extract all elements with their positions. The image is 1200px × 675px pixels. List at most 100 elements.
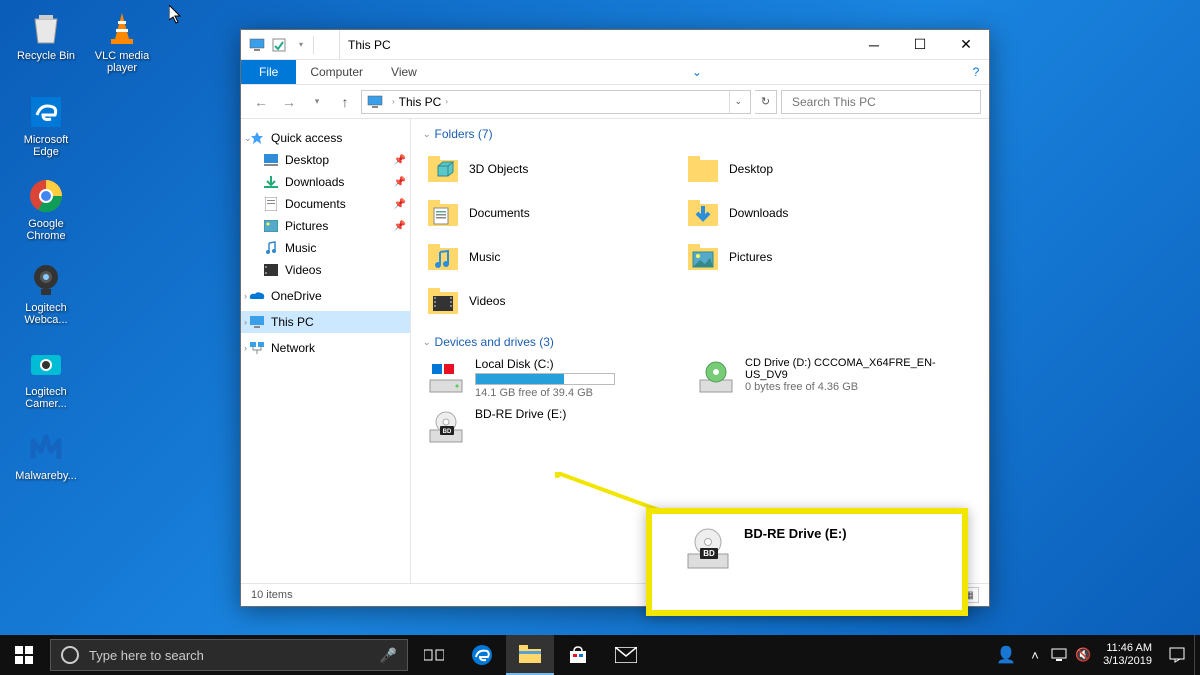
search-box[interactable] bbox=[781, 90, 981, 114]
refresh-button[interactable]: ↻ bbox=[755, 90, 777, 114]
drive-name: BD-RE Drive (E:) bbox=[475, 407, 691, 421]
desktop-icon-webcam[interactable]: Logitech Webca... bbox=[8, 260, 84, 330]
sidebar-item-music[interactable]: Music bbox=[241, 237, 410, 259]
mic-icon[interactable]: 🎤 bbox=[380, 647, 397, 664]
folder-label: Downloads bbox=[729, 206, 788, 220]
window-title: This PC bbox=[348, 38, 851, 52]
folders-section-header[interactable]: ⌄ Folders (7) bbox=[423, 127, 977, 141]
drive-name: Local Disk (C:) bbox=[475, 357, 691, 371]
folder-icon bbox=[425, 151, 461, 187]
desktop-icon-malwarebytes[interactable]: Malwareby... bbox=[8, 428, 84, 498]
drive-cd-d[interactable]: CD Drive (D:) CCCOMA_X64FRE_EN-US_DV9 0 … bbox=[693, 355, 963, 405]
folder-item[interactable]: Downloads bbox=[683, 191, 943, 235]
section-label: Folders (7) bbox=[435, 127, 493, 141]
desktop-icon-edge[interactable]: Microsoft Edge bbox=[8, 92, 84, 162]
folder-item[interactable]: Desktop bbox=[683, 147, 943, 191]
help-icon[interactable]: ? bbox=[963, 60, 989, 84]
addrbar-dropdown-icon[interactable]: ⌄ bbox=[729, 91, 746, 113]
sidebar-label: Desktop bbox=[285, 153, 329, 167]
folder-item[interactable]: Pictures bbox=[683, 235, 943, 279]
tab-file[interactable]: File bbox=[241, 60, 296, 84]
webcam-icon bbox=[26, 260, 66, 300]
folder-label: Pictures bbox=[729, 250, 772, 264]
drive-local-disk-c[interactable]: Local Disk (C:) 14.1 GB free of 39.4 GB bbox=[423, 355, 693, 405]
desktop-icon-lgcamera[interactable]: Logitech Camer... bbox=[8, 344, 84, 414]
thispc-icon[interactable] bbox=[247, 35, 267, 55]
nav-up-button[interactable]: ↑ bbox=[333, 90, 357, 114]
taskbar: Type here to search 🎤 👤 ˄ 🔇 11:46 AM3/13… bbox=[0, 635, 1200, 675]
taskbar-clock[interactable]: 11:46 AM3/13/2019 bbox=[1095, 642, 1160, 668]
folder-item[interactable]: 3D Objects bbox=[423, 147, 683, 191]
breadcrumb-item[interactable]: This PC bbox=[399, 95, 442, 109]
folder-icon bbox=[425, 195, 461, 231]
start-button[interactable] bbox=[0, 635, 48, 675]
sidebar-item-documents[interactable]: Documents📌 bbox=[241, 193, 410, 215]
drive-bd-re-e[interactable]: BD BD-RE Drive (E:) bbox=[423, 405, 693, 455]
tray-notifications-icon[interactable] bbox=[1160, 635, 1194, 675]
tab-computer[interactable]: Computer bbox=[296, 60, 377, 84]
close-button[interactable]: ✕ bbox=[943, 30, 989, 59]
drive-free: 0 bytes free of 4.36 GB bbox=[745, 381, 961, 393]
taskbar-search[interactable]: Type here to search 🎤 bbox=[50, 639, 408, 671]
folder-label: Music bbox=[469, 250, 500, 264]
tray-network-icon[interactable] bbox=[1047, 635, 1071, 675]
desktop-icon-label: Malwareby... bbox=[15, 470, 77, 482]
thispc-icon bbox=[249, 314, 265, 330]
chevron-down-icon: ⌄ bbox=[423, 337, 431, 348]
sidebar-network[interactable]: ›Network bbox=[241, 337, 410, 359]
folder-item[interactable]: Documents bbox=[423, 191, 683, 235]
desktop-icon-label: Recycle Bin bbox=[17, 50, 75, 62]
ribbon-expand-icon[interactable]: ⌄ bbox=[684, 60, 710, 84]
drives-section-header[interactable]: ⌄Devices and drives (3) bbox=[423, 335, 977, 349]
desktop-icon-vlc[interactable]: VLC media player bbox=[84, 8, 160, 78]
pin-icon: 📌 bbox=[394, 199, 406, 210]
chevron-right-icon[interactable]: › bbox=[244, 291, 247, 301]
taskbar-store[interactable] bbox=[554, 635, 602, 675]
breadcrumb-sep[interactable]: › bbox=[445, 97, 448, 106]
onedrive-icon bbox=[249, 288, 265, 304]
tray-people-icon[interactable]: 👤 bbox=[989, 635, 1023, 675]
taskbar-mail[interactable] bbox=[602, 635, 650, 675]
chevron-right-icon[interactable]: › bbox=[244, 343, 247, 353]
tray-volume-icon[interactable]: 🔇 bbox=[1071, 635, 1095, 675]
show-desktop-button[interactable] bbox=[1194, 635, 1200, 675]
folder-label: 3D Objects bbox=[469, 162, 528, 176]
sidebar-onedrive[interactable]: ›OneDrive bbox=[241, 285, 410, 307]
mouse-cursor bbox=[169, 5, 183, 25]
chrome-icon bbox=[26, 176, 66, 216]
taskview-button[interactable] bbox=[410, 635, 458, 675]
desktop-icon-chrome[interactable]: Google Chrome bbox=[8, 176, 84, 246]
pictures-icon bbox=[263, 218, 279, 234]
nav-back-button[interactable]: ← bbox=[249, 90, 273, 114]
sidebar-item-downloads[interactable]: Downloads📌 bbox=[241, 171, 410, 193]
chevron-down-icon[interactable]: ⌄ bbox=[244, 133, 252, 144]
sidebar-item-pictures[interactable]: Pictures📌 bbox=[241, 215, 410, 237]
callout-text: BD-RE Drive (E:) bbox=[744, 526, 847, 541]
minimize-button[interactable]: ─ bbox=[851, 30, 897, 59]
sidebar-quick-access[interactable]: ⌄Quick access bbox=[241, 127, 410, 149]
maximize-button[interactable]: ☐ bbox=[897, 30, 943, 59]
sidebar-thispc[interactable]: ›This PC bbox=[241, 311, 410, 333]
address-bar[interactable]: › This PC › ⌄ bbox=[361, 90, 751, 114]
nav-recent-button[interactable]: ▾ bbox=[305, 90, 329, 114]
taskbar-edge[interactable] bbox=[458, 635, 506, 675]
nav-forward-button[interactable]: → bbox=[277, 90, 301, 114]
qat-dropdown-icon[interactable]: ▾ bbox=[291, 35, 311, 55]
folder-item[interactable]: Videos bbox=[423, 279, 683, 323]
folder-icon bbox=[685, 239, 721, 275]
folders-grid: 3D Objects DesktopDocuments Downloads Music… bbox=[423, 147, 977, 323]
callout-annotation: BD BD-RE Drive (E:) bbox=[646, 508, 968, 616]
chevron-right-icon[interactable]: › bbox=[244, 317, 247, 327]
folder-item[interactable]: Music bbox=[423, 235, 683, 279]
address-row: ← → ▾ ↑ › This PC › ⌄ ↻ bbox=[241, 85, 989, 119]
tray-chevron-icon[interactable]: ˄ bbox=[1023, 635, 1047, 675]
search-input[interactable] bbox=[792, 95, 974, 109]
sidebar-item-videos[interactable]: Videos bbox=[241, 259, 410, 281]
properties-icon[interactable] bbox=[269, 35, 289, 55]
chevron-down-icon: ⌄ bbox=[423, 129, 431, 140]
tab-view[interactable]: View bbox=[377, 60, 431, 84]
desktop-icon-recycle-bin[interactable]: Recycle Bin bbox=[8, 8, 84, 78]
taskbar-explorer[interactable] bbox=[506, 635, 554, 675]
sidebar-item-desktop[interactable]: Desktop📌 bbox=[241, 149, 410, 171]
titlebar[interactable]: ▾ This PC ─ ☐ ✕ bbox=[241, 30, 989, 60]
